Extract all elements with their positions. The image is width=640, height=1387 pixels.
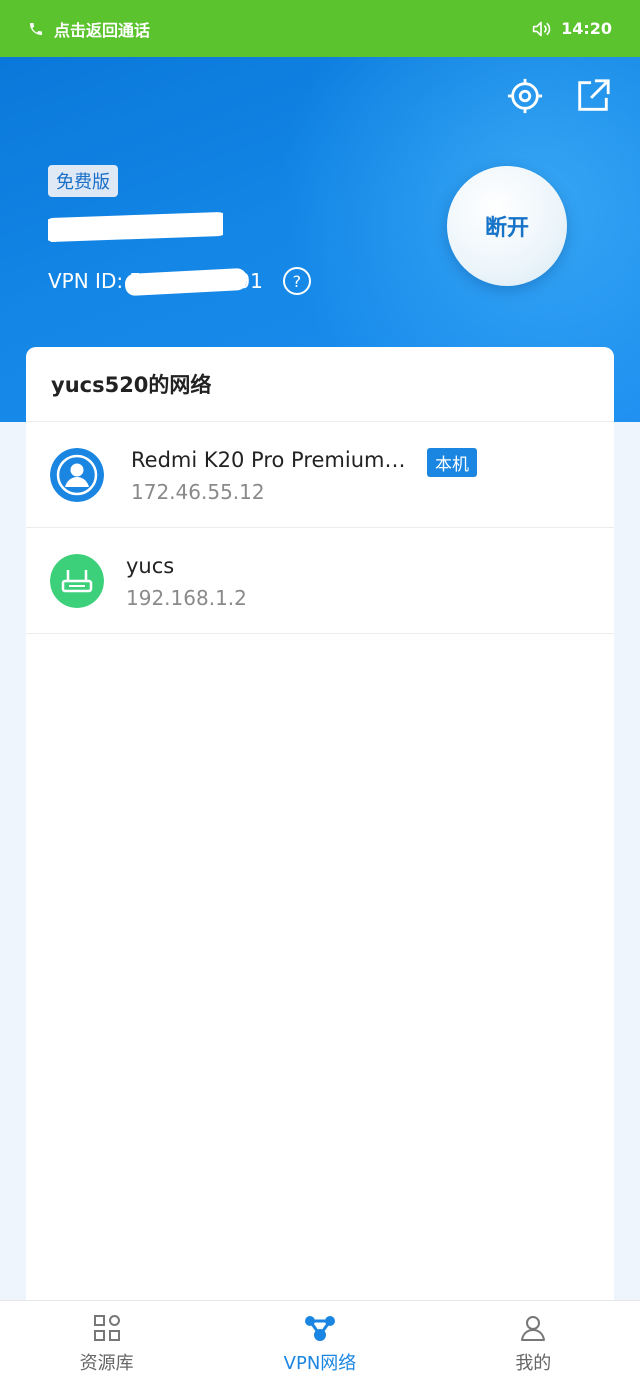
device-name: Redmi K20 Pro Premium… [131,448,406,472]
vpn-id-label: VPN ID: [48,269,124,293]
tab-label: VPN网络 [283,1353,357,1374]
phone-icon [30,22,42,35]
status-bar: 点击返回通话 14:20 [0,0,640,57]
router-icon [50,554,104,608]
network-icon [304,1316,335,1341]
help-icon[interactable]: ? [282,267,311,295]
share-icon[interactable] [574,77,612,115]
device-ip: 172.46.55.12 [131,480,265,504]
local-device-badge: 本机 [427,448,477,477]
user-icon [521,1316,546,1341]
vpn-id-row: VPN ID: 5xxxxxxx001 ? [48,267,311,297]
device-name: yucs [126,554,175,578]
device-ip: 192.168.1.2 [126,586,247,610]
account-name: yucs520 [48,207,223,247]
speaker-icon [532,21,551,36]
bottom-tab-bar: 资源库 VPN网络 我的 [0,1300,640,1387]
device-row[interactable]: Redmi K20 Pro Premium… 本机 172.46.55.12 [26,422,614,528]
device-row[interactable]: yucs 192.168.1.2 [26,528,614,634]
disconnect-button[interactable]: 断开 [447,166,567,286]
call-text: 点击返回通话 [54,20,151,40]
tab-resources[interactable]: 资源库 [0,1301,213,1387]
plan-badge: 免费版 [48,165,118,197]
clock: 14:20 [561,19,612,38]
person-icon [50,448,104,502]
settings-icon[interactable] [506,77,544,115]
tab-vpn-network[interactable]: VPN网络 [213,1301,426,1387]
tab-label: 资源库 [79,1353,134,1374]
grid-icon [93,1315,120,1341]
tab-label: 我的 [515,1353,552,1374]
tab-mine[interactable]: 我的 [427,1301,640,1387]
redaction-mark [48,211,223,243]
return-to-call[interactable]: 点击返回通话 [28,17,150,41]
network-card: yucs520的网络 Redmi K20 Pro Premium… 本机 172… [26,347,614,1300]
vpn-id-value: 5xxxxxxx001 [124,267,263,297]
network-title: yucs520的网络 [26,347,614,422]
